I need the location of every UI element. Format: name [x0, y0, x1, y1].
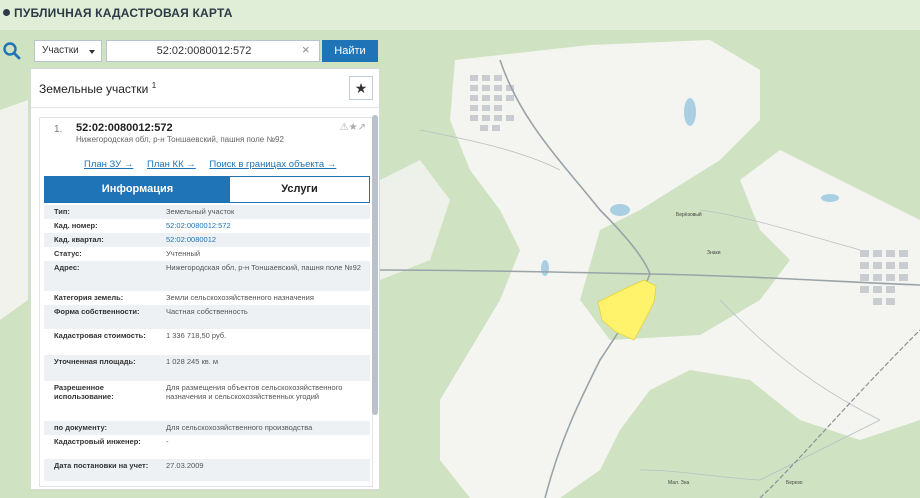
property-label: Тип:: [54, 207, 70, 216]
result-address: Нижегородская обл, р-н Тоншаевский, пашн…: [76, 135, 284, 144]
property-value: Частная собственность: [166, 307, 248, 316]
table-row: Кад. квартал: 52:02:0080012: [44, 233, 370, 247]
property-value: Учтенный: [166, 249, 201, 258]
property-value: Земли сельскохозяйственного назначения: [166, 293, 314, 302]
results-count: 1: [151, 81, 157, 90]
table-row: Кадастровая стоимость: 1 336 718,50 руб.: [44, 329, 370, 355]
open-land-area: [0, 100, 28, 320]
app-title: ПУБЛИЧНАЯ КАДАСТРОВАЯ КАРТА: [14, 6, 233, 20]
result-card: 1. 52:02:0080012:572 Нижегородская обл, …: [39, 117, 373, 487]
table-row: Категория земель: Земли сельскохозяйстве…: [44, 291, 370, 305]
favorite-star-icon[interactable]: ★: [349, 76, 373, 100]
link-plan-kk[interactable]: План КК →: [147, 159, 196, 170]
info-tabs: Информация Услуги: [44, 176, 370, 203]
property-value: 1 028 245 кв. м: [166, 357, 219, 366]
panel-title: Земельные участки 1: [39, 81, 156, 96]
property-value: Для размещения объектов сельскохозяйстве…: [166, 383, 343, 401]
search-icon[interactable]: [2, 41, 22, 61]
panel-header: Земельные участки 1 ★: [31, 69, 379, 108]
property-label: Адрес:: [54, 263, 80, 272]
map-label-place: Мал. Зна: [668, 480, 689, 486]
panel-scrollbar[interactable]: [372, 115, 378, 415]
result-index: 1.: [54, 124, 63, 135]
property-value: Для сельскохозяйственного производства: [166, 423, 313, 432]
table-row: Уточненная площадь: 1 028 245 кв. м: [44, 355, 370, 381]
result-cad-number[interactable]: 52:02:0080012:572: [76, 122, 173, 134]
results-panel: Земельные участки 1 ★ 1. 52:02:0080012:5…: [30, 68, 380, 490]
property-value-link[interactable]: 52:02:0080012:572: [166, 221, 362, 230]
property-label: Дата постановки на учет:: [54, 461, 149, 470]
map-label-place: Знаки: [707, 250, 721, 256]
property-value: 27.03.2009: [166, 461, 204, 470]
link-search-in-bounds[interactable]: Поиск в границах объекта →: [209, 159, 336, 170]
property-value: Нижегородская обл, р-н Тоншаевский, пашн…: [166, 263, 361, 272]
property-value: 1 336 718,50 руб.: [166, 331, 227, 340]
link-plan-zu[interactable]: План ЗУ →: [84, 159, 133, 170]
property-label: Разрешенное использование:: [54, 383, 114, 401]
map-label-place: Берёзовый: [676, 211, 702, 218]
find-button[interactable]: Найти: [322, 40, 378, 62]
search-input[interactable]: [106, 40, 320, 62]
clear-icon[interactable]: ×: [302, 43, 310, 57]
result-tools-icons[interactable]: ⚠★↗: [340, 122, 366, 133]
property-label: Форма собственности:: [54, 307, 140, 316]
tab-information[interactable]: Информация: [45, 177, 230, 202]
property-label: Кадастровая стоимость:: [54, 331, 146, 340]
table-row: по документу: Для сельскохозяйственного …: [44, 421, 370, 435]
table-row: Адрес: Нижегородская обл, р-н Тоншаевски…: [44, 261, 370, 291]
search-bar: Участки × Найти: [0, 38, 385, 66]
table-row: Дата постановки на учет: 27.03.2009: [44, 459, 370, 481]
chevron-down-icon: [89, 50, 95, 54]
property-label: по документу:: [54, 423, 108, 432]
property-label: Кад. квартал:: [54, 235, 104, 244]
logo-icon: [3, 9, 10, 16]
table-row: Форма собственности: Частная собственнос…: [44, 305, 370, 329]
scrollbar-thumb[interactable]: [372, 115, 378, 415]
table-row: Тип: Земельный участок: [44, 205, 370, 219]
panel-title-text: Земельные участки: [39, 82, 149, 96]
search-type-select[interactable]: Участки: [34, 40, 102, 62]
tab-services[interactable]: Услуги: [230, 177, 369, 202]
property-value-link[interactable]: 52:02:0080012: [166, 235, 362, 244]
property-label: Кадастровый инженер:: [54, 437, 141, 446]
top-bar: ПУБЛИЧНАЯ КАДАСТРОВАЯ КАРТА: [0, 0, 920, 30]
table-row: Кадастровый инженер: -: [44, 435, 370, 459]
table-row: Статус: Учтенный: [44, 247, 370, 261]
table-row: Разрешенное использование: Для размещени…: [44, 381, 370, 421]
table-row: Кад. номер: 52:02:0080012:572: [44, 219, 370, 233]
map-label-place: Березо: [786, 480, 803, 486]
property-label: Уточненная площадь:: [54, 357, 136, 366]
property-label: Статус:: [54, 249, 82, 258]
property-label: Категория земель:: [54, 293, 124, 302]
property-value: -: [166, 437, 169, 446]
property-label: Кад. номер:: [54, 221, 98, 230]
result-links: План ЗУ → План КК → Поиск в границах объ…: [84, 159, 347, 170]
search-type-value: Участки: [42, 45, 79, 56]
property-value: Земельный участок: [166, 207, 235, 216]
